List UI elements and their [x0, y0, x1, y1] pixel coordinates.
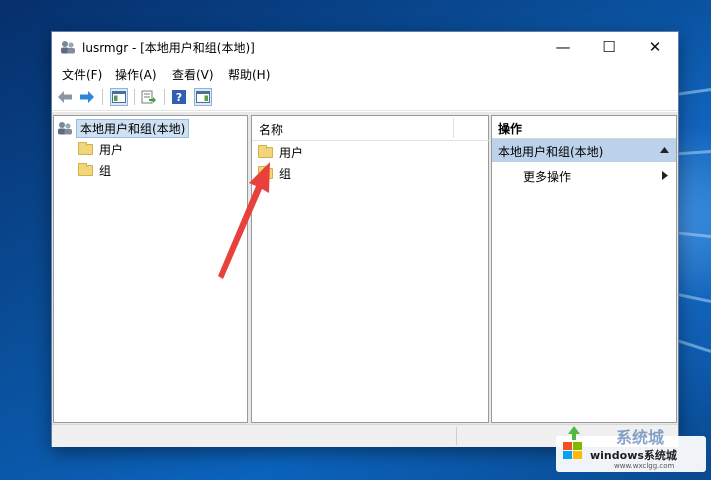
menu-file[interactable]: 文件(F): [62, 66, 102, 83]
tree-node-root-label: 本地用户和组(本地): [76, 118, 190, 138]
tree-node-users-label: 用户: [99, 142, 124, 157]
list-item[interactable]: 用户: [258, 143, 303, 161]
column-header-name[interactable]: 名称: [252, 116, 490, 141]
window-title: lusrmgr - [本地用户和组(本地)]: [82, 41, 255, 55]
list-item-users-label: 用户: [279, 145, 304, 160]
actions-pane: 操作 本地用户和组(本地) 更多操作: [491, 115, 677, 423]
back-arrow-icon[interactable]: [56, 88, 74, 106]
toolbar-separator: [102, 89, 103, 105]
export-list-icon[interactable]: [140, 88, 158, 106]
show-hide-tree-icon[interactable]: [110, 88, 128, 106]
light-ray: [672, 337, 711, 353]
show-hide-action-pane-icon[interactable]: [194, 88, 212, 106]
users-app-icon: [61, 41, 75, 54]
minimize-button[interactable]: —: [540, 32, 586, 62]
toolbar-separator: [134, 89, 135, 105]
users-group-icon: [58, 122, 72, 135]
tree-node-groups[interactable]: 组: [78, 161, 111, 179]
lusrmgr-window: lusrmgr - [本地用户和组(本地)] — ☐ ✕ 文件(F) 操作(A)…: [52, 32, 678, 447]
watermark-partial-text: 系统城: [616, 428, 665, 447]
menu-action[interactable]: 操作(A): [115, 66, 157, 83]
collapse-up-icon[interactable]: [660, 147, 669, 153]
status-divider: [456, 427, 457, 445]
tree-node-users[interactable]: 用户: [78, 140, 123, 158]
actions-section-label: 本地用户和组(本地): [498, 145, 604, 159]
maximize-button[interactable]: ☐: [586, 32, 632, 62]
watermark-logo-text: windows系统城: [590, 449, 677, 462]
svg-text:?: ?: [176, 91, 182, 104]
actions-header: 操作: [492, 116, 676, 139]
tree-node-root[interactable]: 本地用户和组(本地): [57, 118, 190, 138]
close-button[interactable]: ✕: [632, 32, 678, 62]
console-content: 本地用户和组(本地) 用户 组 名称 用户 组 操作 本地用户和组(本地) 更多…: [52, 112, 678, 424]
toolbar: ?: [52, 84, 678, 111]
toolbar-separator: [164, 89, 165, 105]
column-divider: [453, 118, 454, 138]
list-pane: 名称 用户 组: [251, 115, 490, 423]
column-header-label: 名称: [259, 123, 284, 137]
title-bar[interactable]: lusrmgr - [本地用户和组(本地)] — ☐ ✕: [52, 32, 678, 62]
help-icon[interactable]: ?: [170, 88, 188, 106]
folder-icon: [78, 162, 93, 176]
tree-pane: 本地用户和组(本地) 用户 组: [53, 115, 248, 423]
folder-icon: [258, 165, 273, 179]
list-item-groups-label: 组: [279, 166, 292, 181]
windows-logo-icon: [563, 426, 582, 459]
menu-view[interactable]: 查看(V): [172, 66, 214, 83]
menu-help[interactable]: 帮助(H): [228, 66, 270, 83]
watermark: 系统城 windows系统城 www.wxclgg.com: [556, 424, 711, 480]
folder-icon: [78, 141, 93, 155]
tree-node-groups-label: 组: [99, 163, 112, 178]
watermark-url: www.wxclgg.com: [614, 462, 675, 470]
list-item[interactable]: 组: [258, 164, 291, 182]
actions-section-local-users[interactable]: 本地用户和组(本地): [492, 139, 676, 162]
chevron-right-icon: [662, 171, 668, 180]
menu-bar: 文件(F) 操作(A) 查看(V) 帮助(H): [52, 62, 678, 84]
folder-icon: [258, 144, 273, 158]
forward-arrow-icon[interactable]: [78, 88, 96, 106]
action-more-actions-label: 更多操作: [523, 170, 572, 184]
action-more-actions[interactable]: 更多操作: [492, 164, 676, 186]
